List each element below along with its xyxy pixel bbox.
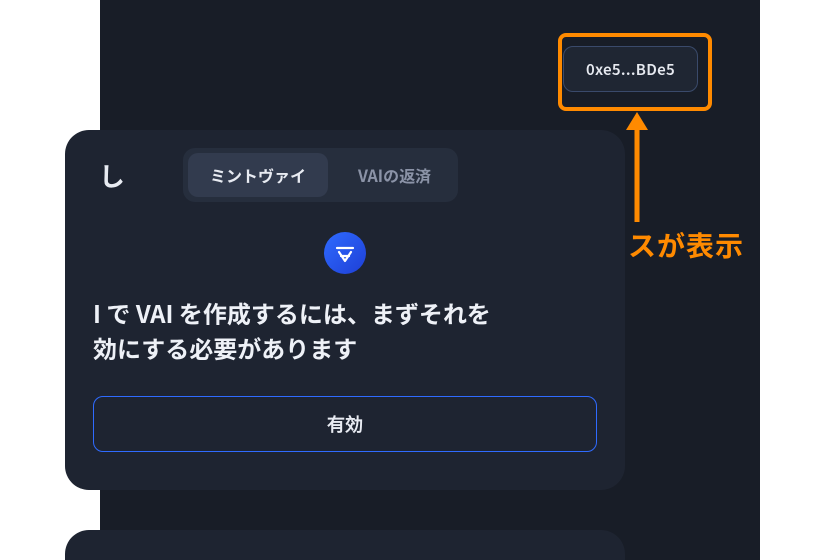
app-background: 0xe5...BDe5 アドレスが表示 し ミントヴァイ VAIの返済: [100, 0, 760, 560]
tab-mint-vai[interactable]: ミントヴァイ: [188, 153, 328, 197]
enable-button-label: 有効: [327, 415, 363, 435]
token-icon-wrap: [93, 232, 597, 274]
card-header-row: し ミントヴァイ VAIの返済: [93, 148, 597, 202]
wallet-address-pill[interactable]: 0xe5...BDe5: [563, 46, 698, 92]
card-heading-fragment: し: [99, 157, 125, 194]
vai-token-icon: [324, 232, 366, 274]
annotation-arrow-icon: [622, 112, 652, 222]
secondary-card: [65, 530, 625, 560]
wallet-address-text: 0xe5...BDe5: [586, 59, 675, 80]
vai-card: し ミントヴァイ VAIの返済 I で VAI を作成するには、まずそれを 効に…: [65, 130, 625, 490]
enable-button[interactable]: 有効: [93, 396, 597, 452]
tab-repay-vai[interactable]: VAIの返済: [336, 153, 453, 197]
vai-tabs: ミントヴァイ VAIの返済: [183, 148, 458, 202]
enable-message: I で VAI を作成するには、まずそれを 効にする必要があります: [93, 296, 597, 366]
